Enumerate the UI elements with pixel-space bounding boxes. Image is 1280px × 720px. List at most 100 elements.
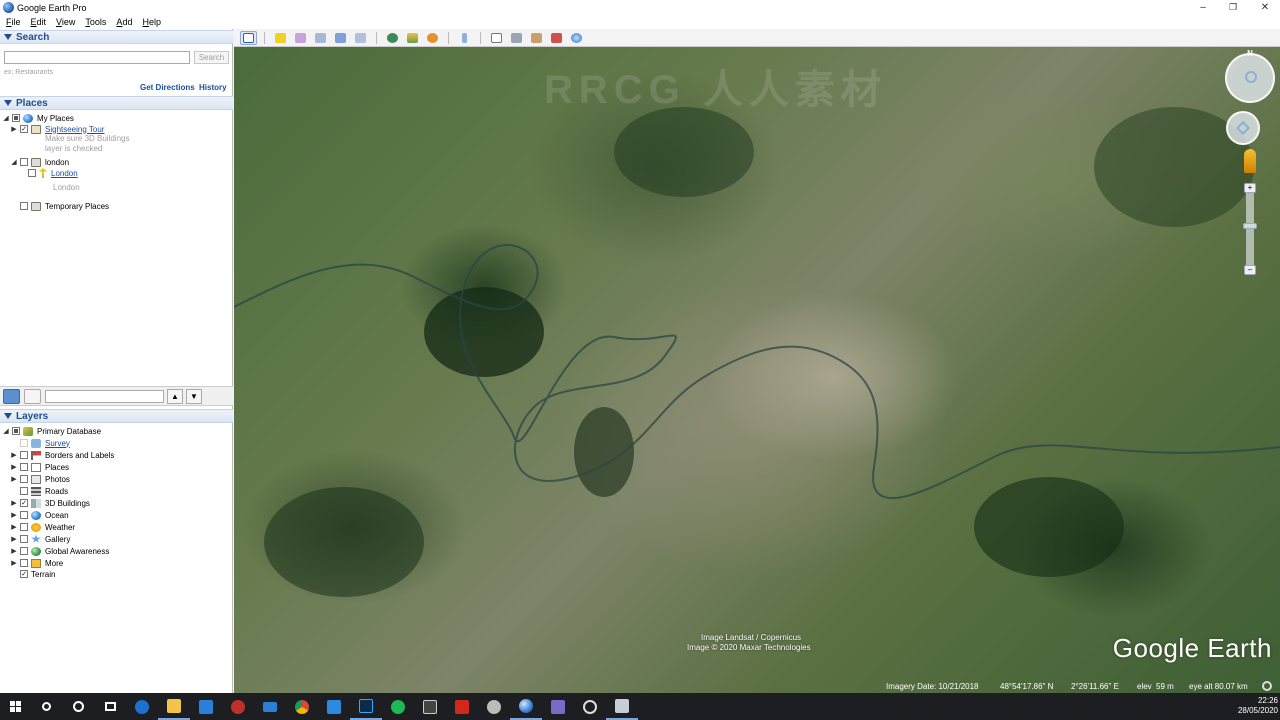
calculator-icon[interactable] — [414, 693, 446, 720]
zoom-slider[interactable]: + – — [1243, 183, 1257, 275]
menu-view[interactable]: View — [56, 17, 75, 27]
expand-icon[interactable]: ◢ — [2, 114, 10, 122]
app-active-icon[interactable] — [606, 693, 638, 720]
places-section-header[interactable]: Places — [0, 96, 233, 110]
search-section-header[interactable]: Search — [0, 30, 233, 44]
vscode-icon[interactable] — [318, 693, 350, 720]
acrobat-icon[interactable] — [446, 693, 478, 720]
layer-weather[interactable]: ▶ Weather — [10, 521, 75, 533]
layer-terrain[interactable]: ✓ Terrain — [20, 568, 55, 580]
checkbox[interactable] — [20, 523, 28, 531]
checkbox[interactable] — [12, 427, 20, 435]
layer-gallery[interactable]: ▶ Gallery — [10, 533, 70, 545]
layer-global-awareness[interactable]: ▶ Global Awareness — [10, 545, 109, 557]
checkbox[interactable] — [20, 511, 28, 519]
expand-icon[interactable]: ▶ — [10, 523, 18, 531]
checkbox[interactable] — [12, 114, 20, 122]
move-down-icon[interactable]: ▼ — [186, 389, 202, 404]
ruler-icon[interactable] — [456, 31, 473, 45]
checkbox[interactable] — [20, 202, 28, 210]
layer-ocean[interactable]: ▶ Ocean — [10, 509, 69, 521]
search-button[interactable]: Search — [194, 51, 229, 64]
expand-icon[interactable]: ▶ — [10, 547, 18, 555]
print-icon[interactable] — [508, 31, 525, 45]
layer-borders-and-labels[interactable]: ▶ Borders and Labels — [10, 449, 114, 461]
chrome-icon[interactable] — [286, 693, 318, 720]
checkbox[interactable]: ✓ — [20, 570, 28, 578]
app-red-icon[interactable] — [222, 693, 254, 720]
move-up-icon[interactable]: ▲ — [167, 389, 183, 404]
add-image-overlay-icon[interactable] — [332, 31, 349, 45]
view-in-maps-icon[interactable] — [548, 31, 565, 45]
menu-tools[interactable]: Tools — [85, 17, 106, 27]
expand-icon[interactable]: ▶ — [10, 125, 18, 133]
record-tour-icon[interactable] — [352, 31, 369, 45]
add-path-icon[interactable] — [312, 31, 329, 45]
expand-icon[interactable]: ▶ — [10, 463, 18, 471]
email-icon[interactable] — [488, 31, 505, 45]
places-filter-input[interactable] — [45, 390, 164, 403]
search-places-toggle-icon[interactable] — [3, 389, 20, 404]
sidebar-toggle-icon[interactable] — [240, 30, 257, 45]
zoom-in-icon[interactable]: + — [1244, 183, 1256, 193]
layer-photos[interactable]: ▶ Photos — [10, 473, 70, 485]
tree-item-label[interactable]: London — [51, 169, 78, 178]
system-clock[interactable]: 22:26 28/05/2020 — [1228, 696, 1278, 716]
checkbox[interactable] — [28, 169, 36, 177]
checkbox[interactable] — [20, 475, 28, 483]
tree-item-temporary-places[interactable]: Temporary Places — [10, 200, 109, 212]
zoom-thumb[interactable] — [1243, 223, 1257, 229]
checkbox[interactable] — [20, 463, 28, 471]
checkbox[interactable] — [20, 487, 28, 495]
expand-icon[interactable]: ◢ — [10, 158, 18, 166]
street-view-pegman-icon[interactable] — [1244, 149, 1256, 173]
planets-icon[interactable] — [424, 31, 441, 45]
expand-icon[interactable] — [10, 487, 18, 495]
app-purple-icon[interactable] — [542, 693, 574, 720]
checkbox[interactable] — [20, 559, 28, 567]
start-icon[interactable] — [0, 693, 30, 720]
add-placemark-icon[interactable] — [272, 31, 289, 45]
expand-icon[interactable]: ▶ — [10, 475, 18, 483]
earth-gallery-icon[interactable] — [568, 31, 585, 45]
restore-button[interactable]: ❐ — [1218, 0, 1248, 15]
mail-icon[interactable] — [254, 693, 286, 720]
store-icon[interactable] — [190, 693, 222, 720]
history-link[interactable]: History — [199, 83, 227, 92]
historical-imagery-icon[interactable] — [384, 31, 401, 45]
search-input[interactable] — [4, 51, 190, 64]
tree-item-london-placemark[interactable]: London — [28, 167, 78, 179]
checkbox[interactable] — [20, 535, 28, 543]
split-view-icon[interactable] — [24, 389, 41, 404]
app-gray-icon[interactable] — [478, 693, 510, 720]
menu-edit[interactable]: Edit — [31, 17, 47, 27]
menu-add[interactable]: Add — [116, 17, 132, 27]
earth-map-view[interactable]: N + – Image Landsat / Copernicus Image ©… — [234, 47, 1280, 693]
get-directions-link[interactable]: Get Directions — [140, 83, 195, 92]
checkbox[interactable] — [20, 451, 28, 459]
checkbox[interactable] — [20, 158, 28, 166]
compass-look-control[interactable] — [1225, 53, 1275, 103]
minimize-button[interactable]: – — [1188, 0, 1218, 15]
spotify-icon[interactable] — [382, 693, 414, 720]
layers-section-header[interactable]: Layers — [0, 409, 233, 423]
layer-label[interactable]: Survey — [45, 439, 70, 448]
close-button[interactable]: ✕ — [1250, 0, 1280, 15]
expand-icon[interactable]: ◢ — [2, 427, 10, 435]
menu-help[interactable]: Help — [142, 17, 161, 27]
sunlight-icon[interactable] — [404, 31, 421, 45]
expand-icon[interactable]: ▶ — [10, 451, 18, 459]
cortana-icon[interactable] — [62, 693, 94, 720]
checkbox[interactable]: ✓ — [20, 499, 28, 507]
expand-icon[interactable]: ▶ — [10, 499, 18, 507]
expand-icon[interactable]: ▶ — [10, 559, 18, 567]
google-earth-taskbar-icon[interactable] — [510, 693, 542, 720]
expand-icon[interactable]: ▶ — [10, 511, 18, 519]
task-view-icon[interactable] — [94, 693, 126, 720]
layer-places[interactable]: ▶ Places — [10, 461, 69, 473]
photoshop-icon[interactable] — [350, 693, 382, 720]
add-polygon-icon[interactable] — [292, 31, 309, 45]
move-control[interactable] — [1226, 111, 1260, 145]
edge-icon[interactable] — [126, 693, 158, 720]
checkbox[interactable] — [20, 547, 28, 555]
